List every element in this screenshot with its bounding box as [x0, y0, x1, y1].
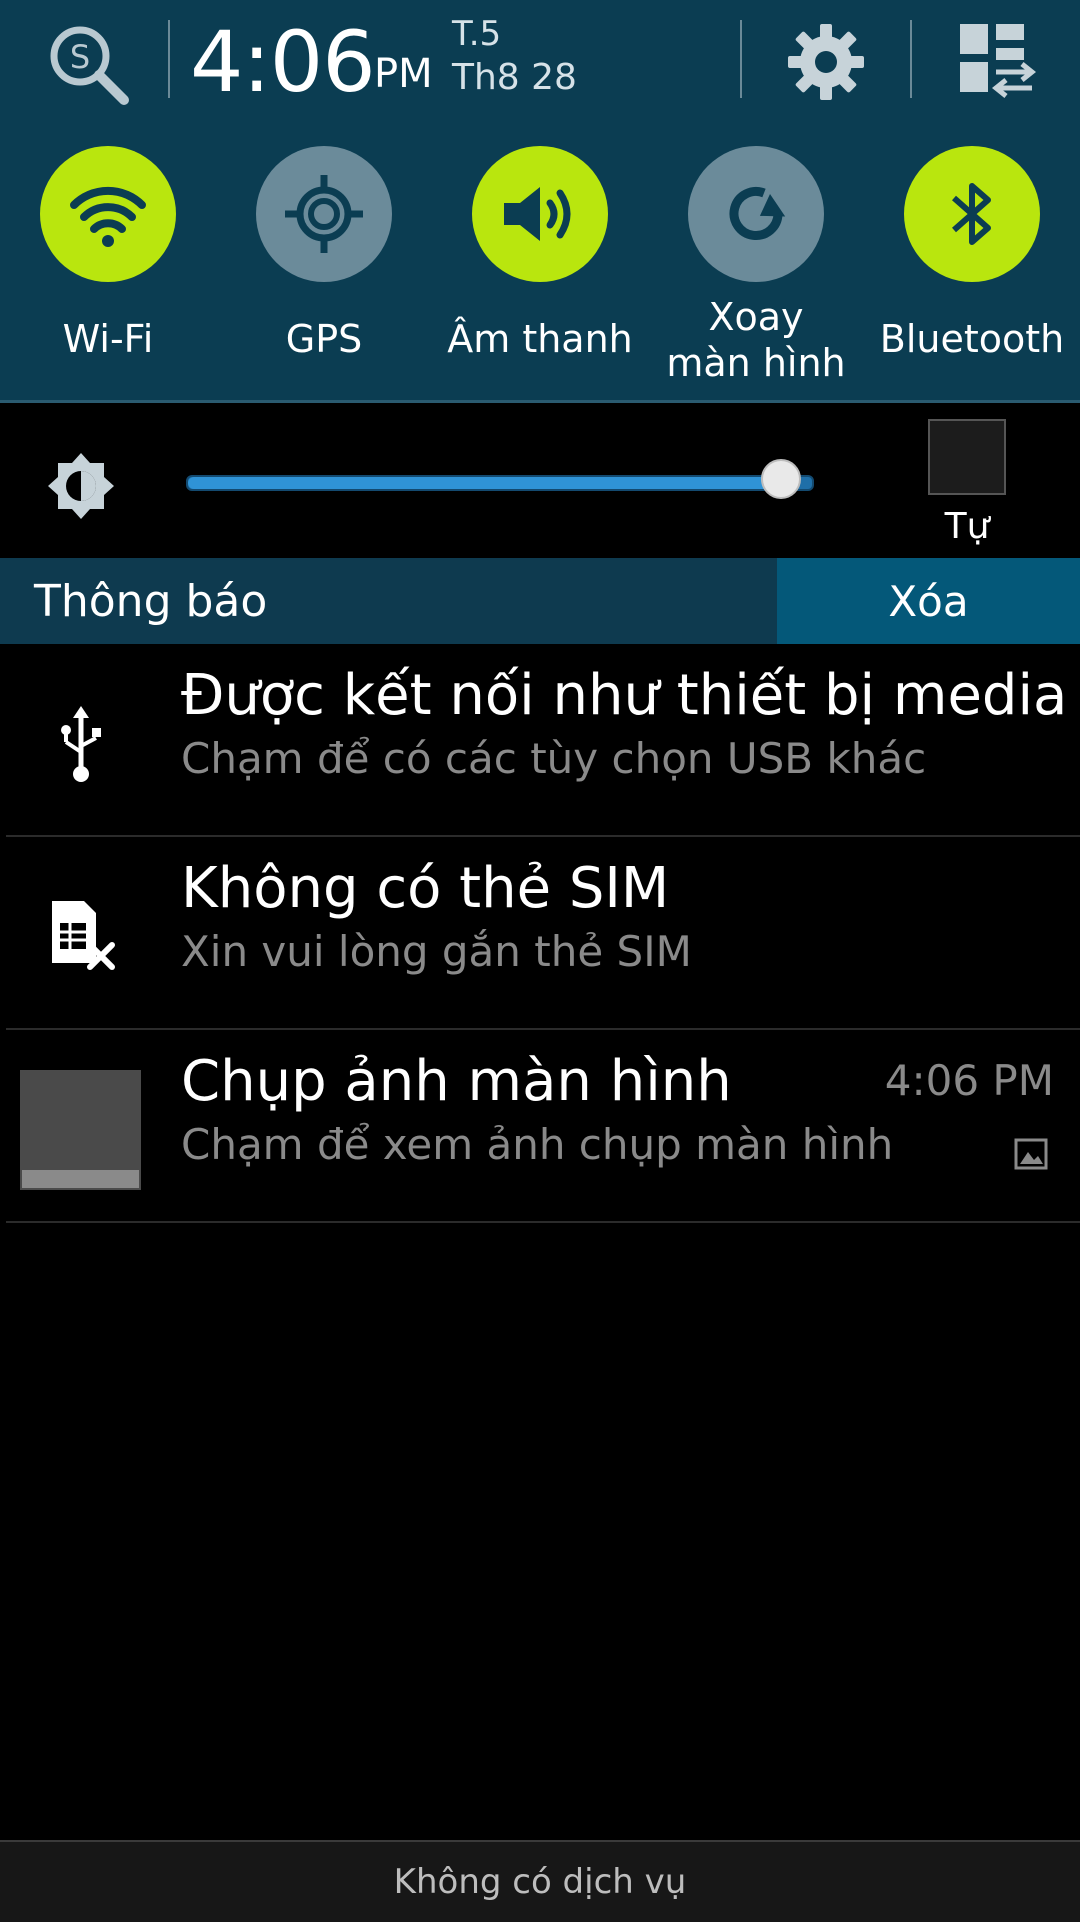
toggle-bluetooth-label: Bluetooth [879, 317, 1065, 361]
divider [6, 1221, 1080, 1223]
notifications-header: Thông báo Xóa [0, 558, 1080, 644]
toggle-screen-rotation[interactable]: Xoay màn hình [648, 146, 864, 386]
carrier-status-text: Không có dịch vụ [393, 1862, 687, 1902]
notification-title: Chụp ảnh màn hình [181, 1049, 732, 1114]
svg-text:S: S [70, 38, 90, 76]
toggle-rotation-label-line1: Xoay [708, 295, 804, 339]
multi-window-edit-icon[interactable] [952, 20, 1038, 100]
image-icon [1014, 1138, 1048, 1170]
bluetooth-icon [904, 146, 1040, 282]
divider [740, 20, 742, 98]
gps-icon [256, 146, 392, 282]
auto-brightness-label: Tự [944, 506, 990, 547]
divider [168, 20, 170, 98]
toggle-wifi-label: Wi-Fi [62, 317, 154, 361]
toggle-sound[interactable]: Âm thanh [432, 146, 648, 386]
toggle-gps-label: GPS [285, 317, 363, 361]
rotate-icon [688, 146, 824, 282]
notification-usb[interactable]: Được kết nối như thiết bị media Chạm để … [0, 644, 1080, 837]
quick-panel-header: S 4:06 PM T.5 Th8 28 Wi-Fi GPS Âm thanh … [0, 0, 1080, 403]
brightness-icon [46, 451, 116, 521]
toggle-sound-label: Âm thanh [447, 317, 633, 361]
day-of-week: T.5 [452, 14, 502, 54]
screenshot-thumbnail [20, 1070, 141, 1190]
no-sim-icon [48, 899, 118, 971]
clock-time: 4:06 [190, 13, 376, 111]
notification-title: Không có thẻ SIM [181, 856, 670, 921]
brightness-slider-fill [188, 477, 781, 489]
divider [910, 20, 912, 98]
notification-screenshot[interactable]: Chụp ảnh màn hình Chạm để xem ảnh chụp m… [0, 1030, 1080, 1223]
wifi-icon [40, 146, 176, 282]
notification-subtitle: Chạm để xem ảnh chụp màn hình [181, 1120, 894, 1169]
notification-subtitle: Xin vui lòng gắn thẻ SIM [181, 927, 692, 976]
s-finder-search-icon[interactable]: S [44, 20, 134, 110]
brightness-slider[interactable] [186, 475, 814, 491]
toggle-rotation-label-line2: màn hình [666, 341, 846, 385]
notifications-title: Thông báo [34, 576, 268, 627]
clear-notifications-button[interactable]: Xóa [777, 558, 1080, 644]
notification-time: 4:06 PM [884, 1056, 1054, 1105]
notification-subtitle: Chạm để có các tùy chọn USB khác [181, 734, 927, 783]
auto-brightness-checkbox[interactable] [928, 419, 1006, 495]
usb-icon [54, 704, 108, 784]
toggle-gps[interactable]: GPS [216, 146, 432, 386]
clock-ampm: PM [374, 51, 433, 97]
brightness-slider-thumb[interactable] [760, 459, 801, 499]
toggle-bluetooth[interactable]: Bluetooth [864, 146, 1080, 386]
carrier-status-bar: Không có dịch vụ [0, 1840, 1080, 1922]
sound-icon [472, 146, 608, 282]
thumbnail-strip [22, 1170, 139, 1188]
notification-no-sim[interactable]: Không có thẻ SIM Xin vui lòng gắn thẻ SI… [0, 837, 1080, 1030]
settings-gear-icon[interactable] [782, 18, 870, 106]
date-label: Th8 28 [452, 57, 577, 98]
brightness-row: Tự [0, 403, 1080, 558]
notification-title: Được kết nối như thiết bị media [181, 663, 1068, 728]
toggle-wifi[interactable]: Wi-Fi [0, 146, 216, 386]
